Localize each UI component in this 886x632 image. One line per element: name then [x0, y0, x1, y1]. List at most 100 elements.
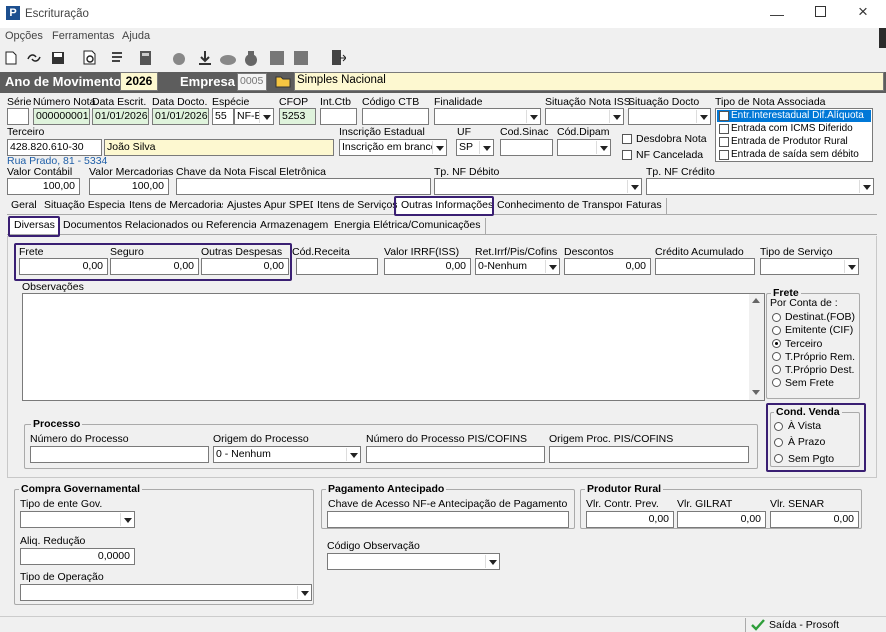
- chevron-down-icon[interactable]: [432, 141, 445, 154]
- radio-terceiro[interactable]: [772, 339, 781, 348]
- tp-credito-select[interactable]: [646, 178, 874, 195]
- tab-geral[interactable]: Geral: [7, 198, 42, 214]
- tab-situacao-especial[interactable]: Situação Especial: [40, 198, 133, 214]
- chevron-down-icon[interactable]: [526, 110, 539, 123]
- radio-sem-frete[interactable]: [772, 378, 781, 387]
- scroll-down-icon[interactable]: [752, 390, 760, 395]
- radio-cif[interactable]: [772, 326, 781, 335]
- cancelada-checkbox[interactable]: [622, 150, 632, 160]
- save-icon[interactable]: [51, 51, 65, 65]
- especie-code-field[interactable]: 55: [212, 108, 234, 125]
- chevron-down-icon[interactable]: [627, 180, 640, 193]
- valor-contabil-field[interactable]: 100,00: [7, 178, 80, 195]
- finalidade-select[interactable]: [434, 108, 541, 125]
- radio-proprio-dest[interactable]: [772, 365, 781, 374]
- credito-field[interactable]: [655, 258, 755, 275]
- checkbox[interactable]: [719, 137, 729, 147]
- menu-ajuda[interactable]: Ajuda: [122, 30, 150, 42]
- senar-field[interactable]: 0,00: [770, 511, 859, 528]
- chevron-down-icon[interactable]: [696, 110, 709, 123]
- tipo-servico-select[interactable]: [760, 258, 859, 275]
- apple-icon[interactable]: [171, 50, 187, 66]
- numero-processo-field[interactable]: [30, 446, 209, 463]
- radio-a-vista[interactable]: [774, 422, 783, 431]
- codsinac-field[interactable]: [500, 139, 553, 156]
- codctb-field[interactable]: [362, 108, 429, 125]
- terceiro-code-field[interactable]: 428.820.610-30: [7, 139, 102, 156]
- list-edit-icon[interactable]: [110, 50, 126, 66]
- checkbox[interactable]: [719, 124, 729, 134]
- desdobra-checkbox[interactable]: [622, 134, 632, 144]
- link-icon[interactable]: [26, 51, 42, 65]
- cloud-icon[interactable]: [219, 51, 237, 65]
- menu-ferramentas[interactable]: Ferramentas: [52, 30, 114, 42]
- chevron-down-icon[interactable]: [346, 448, 359, 461]
- radio-fob[interactable]: [772, 313, 781, 322]
- radio-a-prazo[interactable]: [774, 438, 783, 447]
- tipo-op-select[interactable]: [20, 584, 312, 601]
- chevron-down-icon[interactable]: [120, 513, 133, 526]
- money-bag-icon[interactable]: [243, 49, 259, 67]
- calculator-icon[interactable]: [138, 50, 154, 66]
- chevron-down-icon[interactable]: [297, 586, 310, 599]
- obs-textarea[interactable]: [22, 293, 765, 401]
- checkbox[interactable]: [719, 150, 729, 160]
- especie-select[interactable]: NF-E: [234, 108, 274, 125]
- download-icon[interactable]: [197, 50, 213, 66]
- chevron-down-icon[interactable]: [609, 110, 622, 123]
- data-docto-field[interactable]: 01/01/2026: [152, 108, 209, 125]
- irrf-field[interactable]: 0,00: [384, 258, 471, 275]
- new-document-icon[interactable]: [4, 51, 18, 65]
- tab-conhecimento-transporte[interactable]: Conhecimento de Transporte: [493, 198, 638, 214]
- intctb-field[interactable]: [320, 108, 357, 125]
- valor-merc-field[interactable]: 100,00: [89, 178, 169, 195]
- scroll-up-icon[interactable]: [752, 298, 760, 303]
- ret-select[interactable]: 0-Nenhum: [475, 258, 560, 275]
- subtab-armazenagem[interactable]: Armazenagem: [256, 218, 334, 234]
- serie-field[interactable]: [7, 108, 29, 125]
- aliq-field[interactable]: 0,0000: [20, 548, 135, 565]
- codreceita-field[interactable]: [296, 258, 378, 275]
- tp-debito-select[interactable]: [434, 178, 642, 195]
- minimize-icon[interactable]: —: [770, 6, 784, 22]
- chevron-down-icon[interactable]: [545, 260, 558, 273]
- checkbox[interactable]: [719, 111, 729, 121]
- chevron-down-icon[interactable]: [479, 141, 492, 154]
- radio-proprio-rem[interactable]: [772, 352, 781, 361]
- contr-prev-field[interactable]: 0,00: [586, 511, 674, 528]
- descontos-field[interactable]: 0,00: [564, 258, 651, 275]
- chevron-down-icon[interactable]: [859, 180, 872, 193]
- chevron-down-icon[interactable]: [596, 141, 609, 154]
- chevron-down-icon[interactable]: [259, 110, 272, 123]
- empresa-code-field[interactable]: 0005: [237, 73, 267, 91]
- menu-opcoes[interactable]: Opções: [5, 30, 43, 42]
- origem-pis-field[interactable]: [549, 446, 749, 463]
- chevron-down-icon[interactable]: [844, 260, 857, 273]
- tab-itens-servicos[interactable]: Itens de Serviços: [313, 198, 403, 214]
- gilrat-field[interactable]: 0,00: [677, 511, 766, 528]
- coddipam-select[interactable]: [557, 139, 611, 156]
- numero-pis-field[interactable]: [366, 446, 545, 463]
- cod-obs-select[interactable]: [327, 553, 500, 570]
- tab-faturas[interactable]: Faturas: [622, 198, 667, 214]
- folder-open-icon[interactable]: [275, 74, 291, 89]
- uf-select[interactable]: SP: [456, 139, 494, 156]
- gray-square-icon[interactable]: [269, 50, 285, 66]
- obs-scrollbar[interactable]: [749, 294, 764, 400]
- subtab-energia[interactable]: Energia Elétrica/Comunicações: [330, 218, 486, 234]
- tab-ajustes-sped[interactable]: Ajustes Apur SPED: [223, 198, 323, 214]
- subtab-documentos[interactable]: Documentos Relacionados ou Referenciados: [59, 218, 279, 234]
- tipo-ente-select[interactable]: [20, 511, 135, 528]
- tab-itens-mercadorias[interactable]: Itens de Mercadorias: [125, 198, 233, 214]
- sit-iss-select[interactable]: [545, 108, 624, 125]
- sit-docto-select[interactable]: [628, 108, 711, 125]
- cfop-field[interactable]: 5253: [279, 108, 316, 125]
- maximize-icon[interactable]: [815, 6, 826, 17]
- close-icon[interactable]: ×: [858, 2, 868, 22]
- ano-field[interactable]: 2026: [120, 72, 158, 91]
- chevron-down-icon[interactable]: [485, 555, 498, 568]
- numero-field[interactable]: 000000001: [33, 108, 90, 125]
- chave-field[interactable]: [176, 178, 431, 195]
- ie-select[interactable]: Inscrição em branco: [339, 139, 447, 156]
- gray-square-icon-2[interactable]: [293, 50, 309, 66]
